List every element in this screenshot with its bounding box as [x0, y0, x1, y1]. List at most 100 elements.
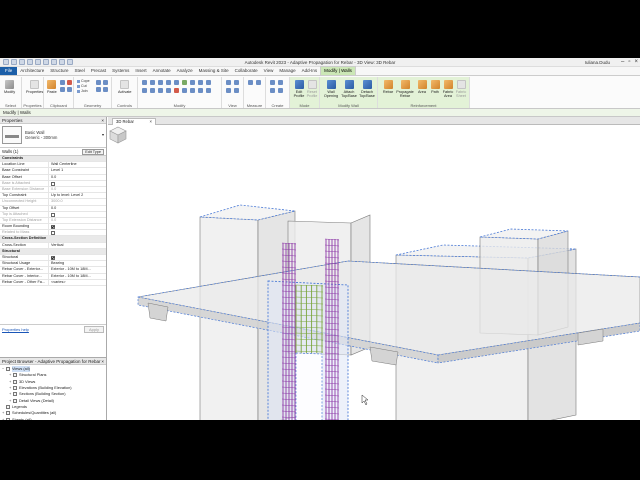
override-graphics-icon[interactable] — [234, 80, 239, 85]
split-icon[interactable] — [174, 80, 179, 85]
fabric-sheet-button[interactable]: Fabric Sheet — [455, 80, 467, 98]
ribbon-tab[interactable]: Structure — [47, 67, 71, 75]
ribbon-tab[interactable]: File — [0, 67, 18, 75]
property-value[interactable]: Bearing — [48, 261, 106, 267]
create-parts-icon[interactable] — [278, 80, 283, 85]
cut-icon[interactable] — [67, 80, 72, 85]
property-value[interactable]: <varies> — [48, 279, 106, 285]
properties-help-link[interactable]: Properties help — [2, 327, 29, 332]
apply-button[interactable]: Apply — [83, 325, 104, 333]
property-value[interactable]: Exterior - 10M to 18M... — [48, 273, 106, 279]
paint-icon[interactable] — [67, 87, 72, 92]
instance-filter-select[interactable]: Walls (1) — [2, 149, 18, 154]
mirror-draw-icon[interactable] — [166, 80, 171, 85]
property-value[interactable] — [48, 230, 106, 236]
checkbox[interactable] — [51, 231, 55, 236]
linework-icon[interactable] — [226, 88, 231, 93]
property-value[interactable]: 0.0 — [48, 186, 106, 193]
mirror-axis-icon[interactable] — [158, 80, 163, 85]
ribbon-tab[interactable]: Precast — [88, 67, 109, 75]
property-value[interactable]: Up to level: Level 2 — [48, 193, 106, 199]
activate-button[interactable]: Activate — [118, 80, 132, 94]
property-value[interactable]: Vertical — [48, 242, 106, 248]
ribbon-tab[interactable]: Architecture — [17, 67, 47, 75]
demolish-icon[interactable] — [96, 87, 101, 92]
delete-icon[interactable] — [174, 88, 179, 93]
trim-multi-icon[interactable] — [190, 88, 195, 93]
3d-viewport[interactable] — [108, 125, 640, 420]
create-group-icon[interactable] — [270, 88, 275, 93]
edit-profile-button[interactable]: Edit Profile — [293, 80, 305, 98]
mouse-cursor[interactable] — [361, 394, 369, 406]
checkbox[interactable] — [51, 181, 55, 186]
checkbox[interactable] — [51, 212, 55, 217]
model-view[interactable] — [108, 125, 640, 420]
close-icon[interactable]: × — [634, 59, 638, 65]
extend-icon[interactable] — [206, 88, 211, 93]
trim-icon[interactable] — [206, 80, 211, 85]
copy-element-icon[interactable] — [190, 80, 195, 85]
move-icon[interactable] — [182, 80, 187, 85]
ribbon-tab[interactable]: Insert — [132, 67, 149, 75]
property-value[interactable]: 0.0 — [48, 217, 106, 224]
close-icon[interactable]: × — [101, 118, 104, 123]
viewcube-icon[interactable] — [108, 125, 128, 145]
path-button[interactable]: Path — [429, 80, 441, 94]
dimension-icon[interactable] — [256, 80, 261, 85]
user-name[interactable]: Iuliana.Dudu — [585, 60, 610, 65]
property-value[interactable]: 0.0 — [48, 174, 106, 180]
match-icon[interactable] — [60, 87, 65, 92]
ribbon-tab[interactable]: Collaborate — [232, 67, 261, 75]
type-selector[interactable]: Basic Wall Generic - 300mm ▾ — [0, 124, 106, 148]
hide-element-icon[interactable] — [226, 80, 231, 85]
reset-profile-button[interactable]: Reset Profile — [306, 80, 318, 98]
checkbox[interactable] — [51, 256, 55, 260]
property-value[interactable] — [48, 224, 106, 230]
ribbon-tab[interactable]: Steel — [72, 67, 88, 75]
browser-node[interactable]: + Sheets (all) — [2, 416, 104, 420]
property-value[interactable] — [48, 211, 106, 217]
rebar-button[interactable]: Rebar — [381, 80, 395, 94]
copy-icon[interactable] — [60, 80, 65, 85]
ribbon-tab[interactable]: Manage — [276, 67, 298, 75]
trim-single-icon[interactable] — [182, 88, 187, 93]
minimize-icon[interactable]: – — [621, 59, 624, 65]
ribbon-tab[interactable]: Annotate — [150, 67, 174, 75]
measure-distance-icon[interactable] — [248, 80, 253, 85]
fabric-area-button[interactable]: Fabric Area — [442, 80, 454, 98]
split-face-icon[interactable] — [96, 80, 101, 85]
edit-type-button[interactable]: Edit Type — [82, 148, 104, 155]
selected-wall-opening[interactable] — [295, 352, 323, 420]
pin-icon[interactable] — [158, 88, 163, 93]
section-box-icon[interactable] — [234, 88, 239, 93]
scale-icon[interactable] — [150, 88, 155, 93]
close-icon[interactable]: × — [101, 359, 104, 364]
property-value[interactable]: Exterior - 10M to 18M... — [48, 267, 106, 273]
properties-button[interactable]: Properties — [26, 80, 43, 94]
ribbon-tab[interactable]: Massing & Site — [196, 67, 232, 75]
split-gap-icon[interactable] — [198, 88, 203, 93]
maximize-icon[interactable]: ▫ — [628, 59, 630, 65]
checkbox[interactable] — [51, 225, 55, 230]
wall-joins-icon[interactable] — [103, 87, 108, 92]
propagate-rebar-button[interactable]: Propagate Rebar — [396, 80, 414, 98]
modify-button[interactable]: Modify — [4, 80, 15, 94]
attach-button[interactable]: Attach Top/Base — [341, 80, 357, 98]
wall-opening-button[interactable]: Wall Opening — [323, 80, 339, 98]
property-value[interactable]: 0.0 — [48, 205, 106, 211]
join-button[interactable]: Join — [77, 89, 90, 94]
view-tab-3d-rebar[interactable]: 3D Rebar × — [112, 118, 156, 125]
property-row[interactable]: Rebar Cover - Other Fa... <varies> — [0, 279, 106, 286]
property-value[interactable] — [48, 180, 106, 186]
array-icon[interactable] — [142, 88, 147, 93]
chevron-down-icon[interactable]: ▾ — [102, 132, 104, 137]
create-assembly-icon[interactable] — [270, 80, 275, 85]
panel-label-select[interactable]: Select — [0, 103, 21, 108]
ribbon-tab[interactable]: View — [261, 67, 277, 75]
paste-button[interactable]: Paste — [47, 80, 57, 94]
property-value[interactable]: Level 1 — [48, 168, 106, 174]
property-value[interactable]: Wall Centerline — [48, 162, 106, 168]
ribbon-tab[interactable]: Analyze — [174, 67, 196, 75]
ribbon-tab[interactable]: Modify | Walls — [320, 66, 356, 75]
detach-button[interactable]: Detach Top/Base — [359, 80, 375, 98]
